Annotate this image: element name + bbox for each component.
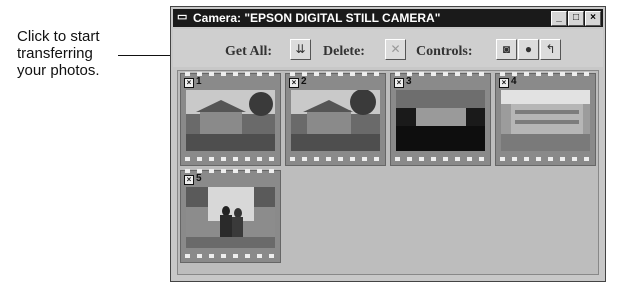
select-checkbox[interactable]: × [394,78,404,88]
select-checkbox[interactable]: × [184,78,194,88]
get-all-button[interactable]: ⇊ [290,39,311,60]
connect-button[interactable]: ● [518,39,539,60]
title-bar: ▭ Camera: "EPSON DIGITAL STILL CAMERA" _… [173,9,603,27]
callout-line-2: transferring [17,45,93,62]
photo-number: 2 [301,76,307,87]
get-all-label: Get All: [225,44,273,59]
photo-number: 1 [196,76,202,87]
callout-text: Click to start transferring your photos. [17,28,152,79]
camera-icon: ◙ [502,42,511,56]
photo-number: 5 [196,173,202,184]
callout-line-3: your photos. [17,62,100,79]
close-button[interactable]: × [585,11,601,26]
photo-number: 3 [406,76,412,87]
photo-thumbnail-2[interactable]: × 2 [285,72,386,166]
photo-thumbnail-3[interactable]: × 3 [390,72,491,166]
rotate-button[interactable]: ↰ [540,39,561,60]
camera-settings-button[interactable]: ◙ [496,39,517,60]
select-checkbox[interactable]: × [184,175,194,185]
house-photo-dark [396,90,485,151]
callout-line-1: Click to start [17,28,100,45]
photo-thumbnail-5[interactable]: × 5 [180,169,281,263]
select-checkbox[interactable]: × [289,78,299,88]
photo-number: 4 [511,76,517,87]
maximize-button[interactable]: □ [568,11,584,26]
photo-thumbnail-4[interactable]: × 4 [495,72,596,166]
photo-thumbnail-1[interactable]: × 1 [180,72,281,166]
camera-window: ▭ Camera: "EPSON DIGITAL STILL CAMERA" _… [170,6,606,282]
delete-label: Delete: [323,44,365,59]
window-title: Camera: "EPSON DIGITAL STILL CAMERA" [193,11,441,25]
house-photo [186,90,275,151]
thumbnail-area: × 1 × 2 × 3 × 4 × 5 [177,70,599,275]
minimize-button[interactable]: _ [551,11,567,26]
delete-icon: ✕ [390,42,401,56]
house-photo [291,90,380,151]
rotate-icon: ↰ [545,42,556,56]
building-photo [501,90,590,151]
connect-icon: ● [524,42,533,56]
toolbar: Get All: ⇊ Delete: ✕ Controls: ◙ ● ↰ [173,29,603,67]
get-all-icon: ⇊ [295,42,306,56]
controls-label: Controls: [416,44,473,59]
people-photo [186,187,275,248]
camera-app-icon: ▭ [177,11,188,23]
delete-button[interactable]: ✕ [385,39,406,60]
select-checkbox[interactable]: × [499,78,509,88]
